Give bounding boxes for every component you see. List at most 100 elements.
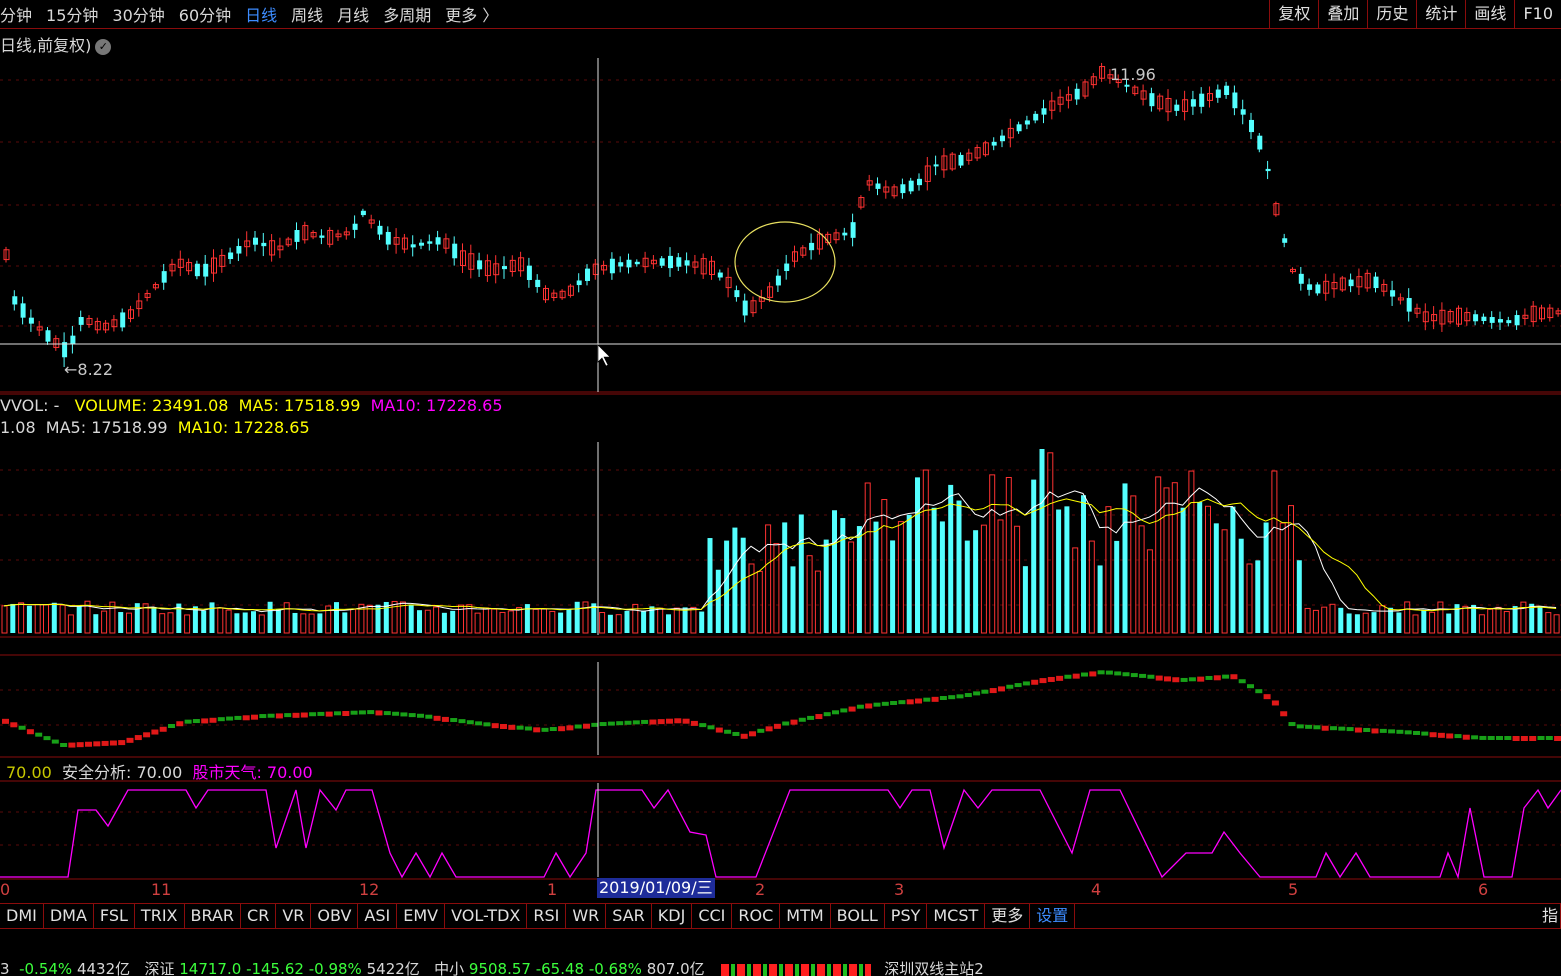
candle-body	[261, 242, 267, 247]
indicator-block	[1014, 683, 1022, 688]
candle-body	[1506, 320, 1512, 324]
draw-line-button[interactable]: 画线	[1465, 0, 1514, 28]
weather-line	[0, 788, 1561, 880]
volume-bar	[724, 540, 730, 633]
volume-bar	[283, 602, 290, 634]
fuquan-button[interactable]: 复权	[1269, 0, 1318, 28]
indicator-block	[93, 741, 101, 747]
candle-body	[1498, 319, 1503, 323]
indicator-tab[interactable]: PSY	[885, 904, 928, 928]
indicator-tab[interactable]: CR	[241, 904, 277, 928]
indicator-tab[interactable]: FSL	[94, 904, 135, 928]
indicator-tab[interactable]: TRIX	[135, 904, 185, 928]
indicator-tab[interactable]: DMI	[0, 904, 44, 928]
candle-body	[684, 260, 690, 266]
candle-body	[900, 184, 906, 194]
indicator-tab[interactable]: SAR	[606, 904, 652, 928]
volume-bar	[615, 614, 622, 634]
candle-body	[1307, 284, 1313, 290]
candle-body	[659, 258, 665, 266]
volume-bars	[1, 449, 1560, 634]
candle-body	[1149, 93, 1155, 107]
indicator-block	[823, 712, 831, 717]
candle-body	[1016, 124, 1022, 132]
indicator-block	[18, 725, 26, 730]
indicator-tab[interactable]: WR	[566, 904, 607, 928]
volume-bar	[798, 514, 804, 633]
volume-bar	[43, 604, 49, 634]
tab-monthly[interactable]: 月线	[337, 2, 369, 26]
tab-1min[interactable]: 分钟	[0, 2, 32, 26]
indicator-tab[interactable]: BRAR	[185, 904, 242, 928]
indicator-block	[599, 722, 607, 727]
candle-body	[12, 296, 18, 305]
indicator-right-label[interactable]: 指	[1540, 904, 1561, 928]
weather-legend-weather: 股市天气: 70.00	[192, 763, 313, 782]
indicator-tab[interactable]: OBV	[311, 904, 359, 928]
indicator-tab[interactable]: VR	[276, 904, 312, 928]
tab-15min[interactable]: 15分钟	[46, 2, 98, 26]
indicator-block	[807, 715, 815, 720]
history-button[interactable]: 历史	[1367, 0, 1416, 28]
indicator-tab[interactable]: MCST	[927, 904, 986, 928]
settings-button[interactable]: 设置	[1030, 904, 1076, 928]
indicator-block	[832, 710, 839, 715]
indicator-block	[251, 714, 258, 720]
volume-bar	[624, 610, 630, 633]
overlay-button[interactable]: 叠加	[1318, 0, 1367, 28]
volume-bar	[1138, 525, 1145, 634]
tab-30min[interactable]: 30分钟	[112, 2, 164, 26]
indicator-block	[607, 721, 615, 726]
tab-60min[interactable]: 60分钟	[179, 2, 231, 26]
indicator-tab[interactable]: EMV	[397, 904, 446, 928]
indicator-block	[168, 724, 175, 728]
candle-body	[203, 263, 209, 277]
indicator-tab[interactable]: VOL-TDX	[445, 904, 528, 928]
volume-bar	[67, 614, 74, 634]
tab-daily[interactable]: 日线	[245, 2, 277, 26]
volume-bar	[906, 514, 912, 633]
indicator-block	[1022, 681, 1030, 686]
volume-bar	[1520, 601, 1527, 634]
volume-bar	[51, 602, 57, 633]
stats-button[interactable]: 统计	[1416, 0, 1465, 28]
tab-weekly[interactable]: 周线	[291, 2, 323, 26]
indicator-block	[641, 719, 649, 724]
volume-bar	[657, 607, 664, 634]
tab-multi-period[interactable]: 多周期	[383, 2, 431, 26]
volume-bar	[1230, 506, 1236, 633]
indicator-block	[956, 694, 964, 699]
indicator-block	[1031, 679, 1039, 685]
indicator-block	[76, 742, 84, 748]
volume-bar	[93, 614, 99, 633]
volume-bar	[1014, 525, 1021, 634]
tab-more[interactable]: 更多 〉	[445, 2, 498, 26]
volume-bar	[607, 614, 613, 633]
x-label: 4	[1091, 880, 1102, 899]
indicator-block	[1081, 672, 1088, 677]
volume-bar	[433, 606, 440, 634]
volume-bar	[582, 601, 589, 634]
indicator-tab[interactable]: MTM	[780, 904, 831, 928]
indicator-tab[interactable]: DMA	[44, 904, 94, 928]
volume-bar	[989, 474, 996, 634]
indicator-block	[964, 693, 972, 698]
indicator-block	[815, 714, 823, 720]
indicator-block	[1421, 731, 1429, 736]
indicator-tab-bar: DMI DMA FSL TRIX BRAR CR VR OBV ASI EMV …	[0, 903, 1561, 929]
indicator-block	[367, 710, 375, 715]
more-indicators-button[interactable]: 更多	[985, 904, 1031, 928]
candle-body	[377, 225, 383, 235]
volume-bar	[732, 527, 738, 633]
indicator-tab[interactable]: KDJ	[652, 904, 693, 928]
indicator-block	[151, 729, 159, 735]
indicator-tab[interactable]: ROC	[732, 904, 781, 928]
f10-button[interactable]: F10	[1514, 0, 1561, 28]
indicator-tab[interactable]: CCI	[692, 904, 733, 928]
indicator-tab[interactable]: BOLL	[831, 904, 885, 928]
indicator-tab[interactable]: RSI	[527, 904, 567, 928]
indicator-tab[interactable]: ASI	[358, 904, 398, 928]
check-circle-icon[interactable]: ✓	[95, 38, 112, 55]
volume-bar	[1213, 523, 1219, 633]
volume-bar	[956, 500, 962, 633]
